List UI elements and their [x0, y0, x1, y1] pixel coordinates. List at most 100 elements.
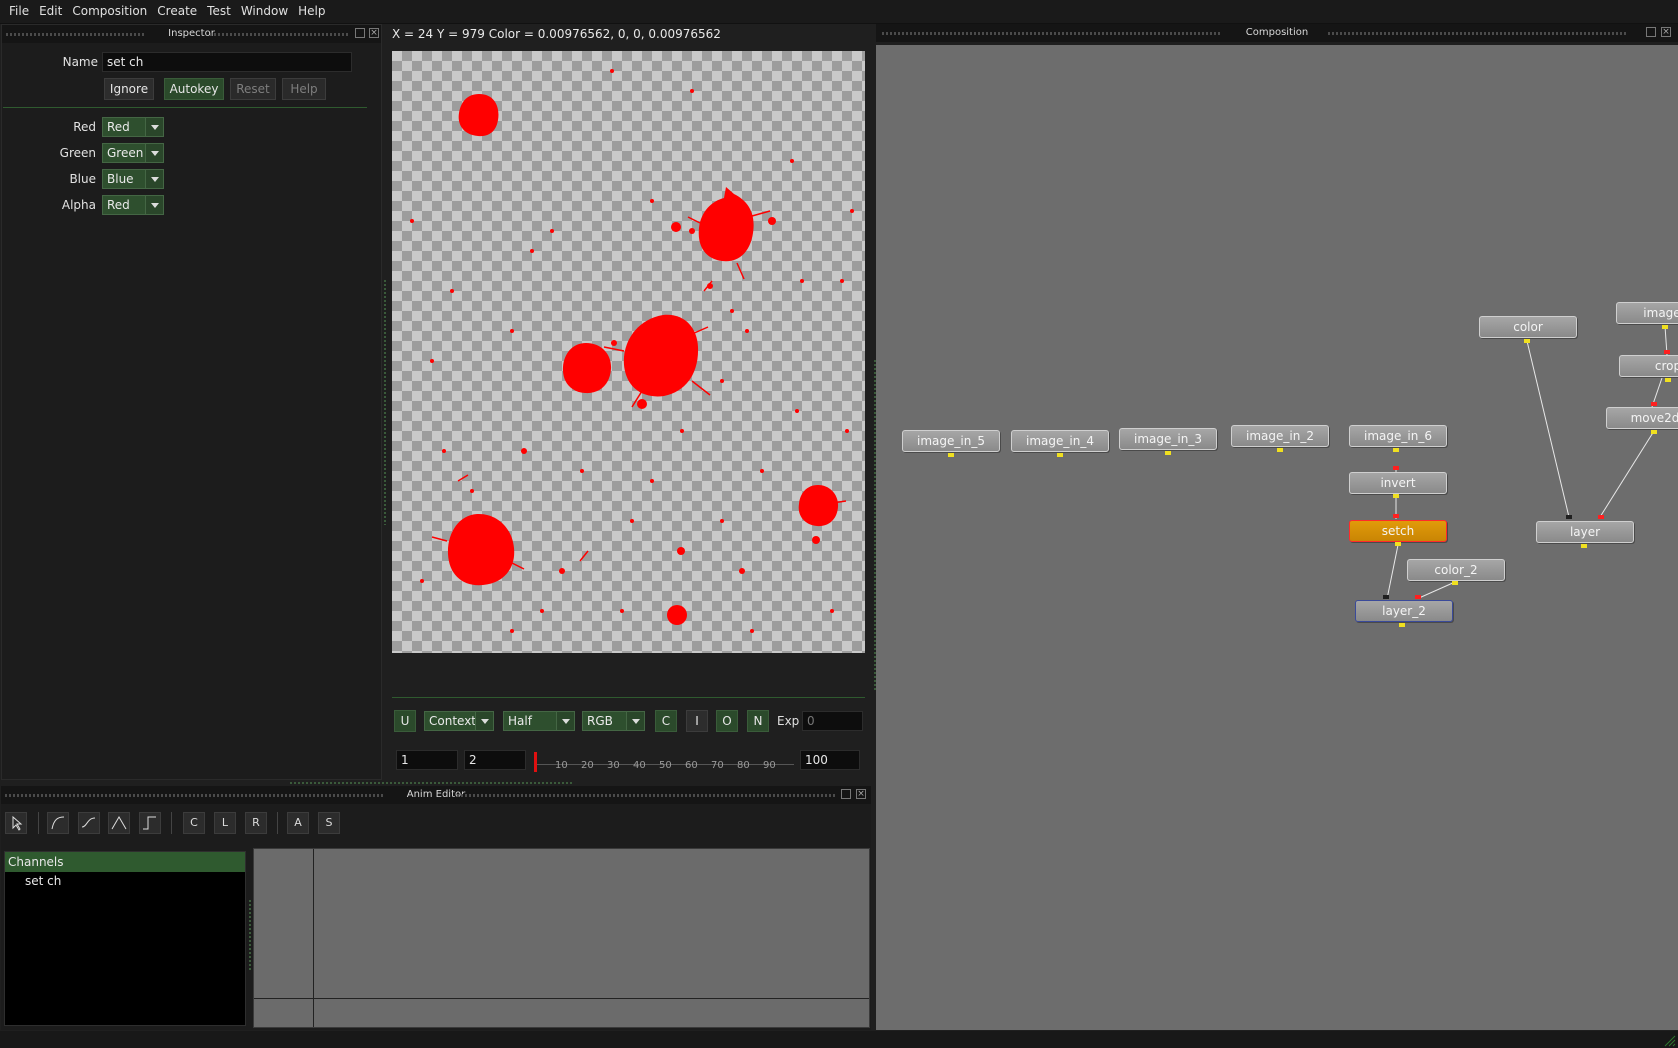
node-graph[interactable]: image_in_5 image_in_4 image_in_3 image_i…	[876, 45, 1678, 1030]
close-icon[interactable]: ×	[856, 789, 866, 799]
node-image-partial[interactable]: image_	[1616, 302, 1678, 324]
node-layer-2[interactable]: layer_2	[1355, 600, 1453, 622]
output-port[interactable]	[1581, 544, 1587, 548]
splitter-handle[interactable]	[290, 782, 572, 784]
node-image-in-4[interactable]: image_in_4	[1011, 430, 1109, 452]
timeline-slider[interactable]: 10 20 30 40 50 60 70 80 90	[534, 752, 794, 776]
output-port[interactable]	[1651, 430, 1657, 434]
rgb-select[interactable]: RGB	[582, 711, 645, 731]
node-color-2[interactable]: color_2	[1407, 559, 1505, 581]
splitter-handle[interactable]	[249, 900, 251, 970]
name-field[interactable]: set ch	[102, 52, 352, 72]
output-port[interactable]	[1393, 494, 1399, 498]
alpha-channel-select[interactable]: Red	[102, 195, 164, 215]
n-button[interactable]: N	[747, 710, 769, 732]
c-button[interactable]: C	[655, 710, 677, 732]
menu-test[interactable]: Test	[202, 0, 236, 23]
start-frame-field[interactable]: 1	[396, 750, 458, 770]
input-port[interactable]	[1664, 350, 1670, 354]
reset-button[interactable]: Reset	[230, 78, 276, 100]
output-port[interactable]	[1057, 453, 1063, 457]
output-port[interactable]	[1277, 448, 1283, 452]
input-port[interactable]	[1415, 595, 1421, 599]
autokey-button[interactable]: Autokey	[164, 78, 224, 100]
output-port[interactable]	[1399, 623, 1405, 627]
splitter-handle[interactable]	[384, 280, 386, 525]
input-port[interactable]	[1566, 515, 1572, 519]
toolbar-separator	[171, 812, 172, 834]
output-port[interactable]	[1165, 451, 1171, 455]
smooth-tangent-icon[interactable]	[47, 812, 69, 834]
node-image-in-2[interactable]: image_in_2	[1231, 425, 1329, 447]
output-port[interactable]	[1452, 581, 1458, 585]
o-button[interactable]: O	[716, 710, 738, 732]
node-image-in-6[interactable]: image_in_6	[1349, 425, 1447, 447]
toolbar-separator	[277, 812, 278, 834]
output-port[interactable]	[1524, 339, 1530, 343]
node-color[interactable]: color	[1479, 316, 1577, 338]
blue-label: Blue	[69, 172, 96, 186]
tick-label: 20	[581, 760, 594, 771]
input-port[interactable]	[1383, 595, 1389, 599]
step-icon	[143, 816, 156, 830]
blue-channel-select[interactable]: Blue	[102, 169, 164, 189]
viewer-canvas[interactable]	[392, 51, 865, 653]
node-move2d-partial[interactable]: move2d	[1606, 407, 1678, 429]
pointer-tool-icon[interactable]	[5, 812, 27, 834]
end-frame-field[interactable]: 100	[800, 750, 860, 770]
node-crop-partial[interactable]: crop	[1619, 355, 1678, 377]
u-button[interactable]: U	[394, 710, 416, 732]
ease-tangent-icon[interactable]	[78, 812, 100, 834]
input-port[interactable]	[1393, 466, 1399, 470]
menu-file[interactable]: File	[0, 0, 34, 23]
menu-bar: File Edit Composition Create Test Window Help	[0, 0, 1678, 24]
s-tool-button[interactable]: S	[318, 812, 340, 834]
menu-window[interactable]: Window	[236, 0, 293, 23]
float-icon[interactable]	[841, 789, 851, 799]
output-port[interactable]	[948, 453, 954, 457]
float-icon[interactable]	[355, 28, 365, 38]
close-icon[interactable]: ×	[369, 28, 379, 38]
c-tool-button[interactable]: C	[183, 812, 205, 834]
menu-edit[interactable]: Edit	[34, 0, 67, 23]
output-port[interactable]	[1662, 325, 1668, 329]
exp-field[interactable]: 0	[802, 711, 863, 731]
input-port[interactable]	[1651, 402, 1657, 406]
menu-create[interactable]: Create	[152, 0, 202, 23]
l-tool-button[interactable]: L	[214, 812, 236, 834]
linear-tangent-icon[interactable]	[108, 812, 130, 834]
ignore-button[interactable]: Ignore	[104, 78, 154, 100]
playhead[interactable]	[534, 752, 537, 772]
a-tool-button[interactable]: A	[287, 812, 309, 834]
r-tool-button[interactable]: R	[245, 812, 267, 834]
menu-composition[interactable]: Composition	[67, 0, 152, 23]
node-setch-selected[interactable]: setch	[1349, 520, 1447, 542]
channels-tree[interactable]: Channels set ch	[4, 851, 246, 1026]
input-port[interactable]	[1598, 515, 1604, 519]
output-port[interactable]	[1393, 448, 1399, 452]
i-button[interactable]: I	[686, 710, 708, 732]
status-bar	[0, 1031, 1678, 1048]
output-port[interactable]	[1395, 542, 1401, 546]
half-select[interactable]: Half	[503, 711, 575, 731]
node-invert[interactable]: invert	[1349, 472, 1447, 494]
current-frame-field[interactable]: 2	[464, 750, 526, 770]
green-channel-select[interactable]: Green	[102, 143, 164, 163]
input-port[interactable]	[1393, 514, 1399, 518]
context-select[interactable]: Context	[424, 711, 494, 731]
help-button[interactable]: Help	[282, 78, 326, 100]
output-port[interactable]	[1665, 378, 1671, 382]
resize-grip-icon[interactable]	[1662, 1033, 1676, 1047]
step-tangent-icon[interactable]	[139, 812, 161, 834]
channel-item[interactable]: set ch	[5, 872, 245, 890]
float-icon[interactable]	[1646, 27, 1656, 37]
node-layer[interactable]: layer	[1536, 521, 1634, 543]
inspector-title: Inspector	[168, 28, 215, 39]
curve-editor-area[interactable]	[253, 848, 870, 1028]
menu-help[interactable]: Help	[293, 0, 330, 23]
node-image-in-3[interactable]: image_in_3	[1119, 428, 1217, 450]
tick-label: 90	[763, 760, 776, 771]
red-channel-select[interactable]: Red	[102, 117, 164, 137]
node-image-in-5[interactable]: image_in_5	[902, 430, 1000, 452]
close-icon[interactable]: ×	[1661, 27, 1671, 37]
